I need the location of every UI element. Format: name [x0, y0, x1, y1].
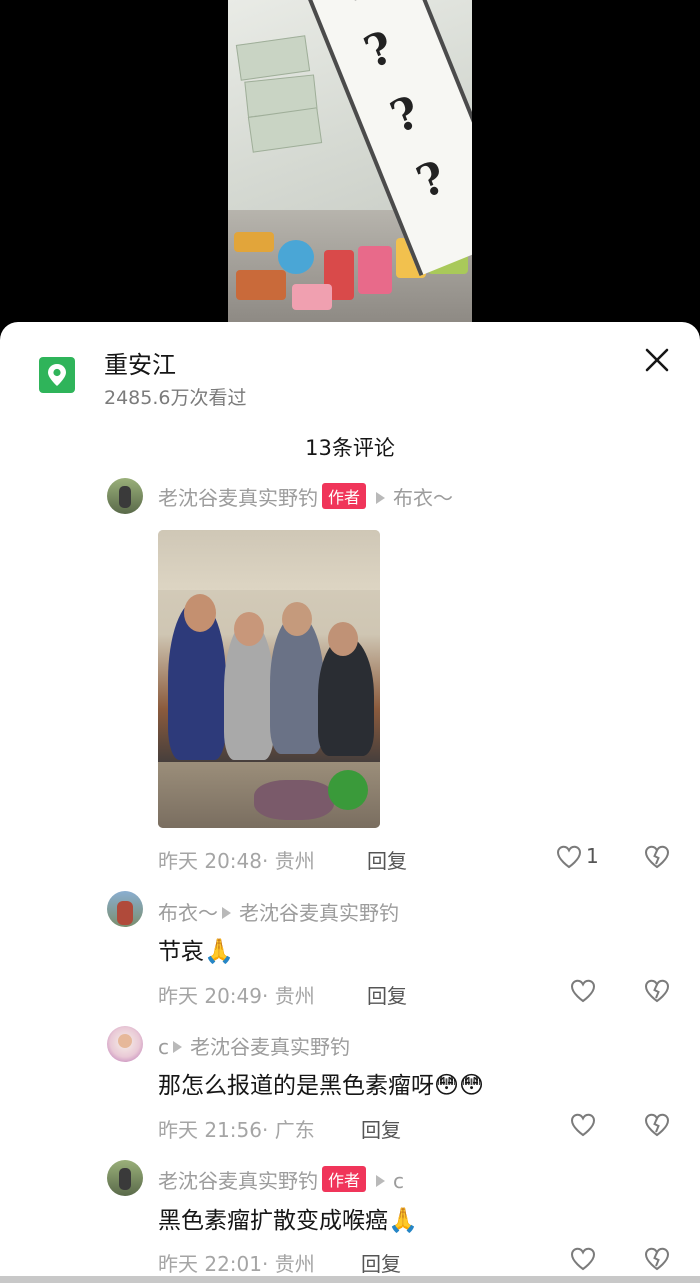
- reply-button[interactable]: 回复: [367, 980, 407, 1009]
- comment-text-body: 那怎么报道的是黑色素瘤呀: [158, 1073, 434, 1099]
- reply-button[interactable]: 回复: [361, 1248, 401, 1277]
- comment-text: 黑色素瘤扩散变成喉癌🙏: [158, 1201, 418, 1235]
- comment-text: 那怎么报道的是黑色素瘤呀😳😳: [158, 1066, 484, 1100]
- comment-meta: 老沈谷麦真实野钓 作者 c: [158, 1165, 404, 1194]
- reply-arrow-icon: [173, 1041, 182, 1053]
- reply-to-username[interactable]: 老沈谷麦真实野钓: [190, 1035, 350, 1059]
- video-player[interactable]: ? ? ? ?: [0, 0, 700, 340]
- comment-timestamp: 昨天 20:48· 贵州: [158, 849, 315, 873]
- comment-timestamp: 昨天 20:49· 贵州: [158, 984, 315, 1008]
- comments-count-title: 13条评论: [305, 436, 395, 460]
- banner-char: ?: [409, 151, 453, 209]
- comment-username[interactable]: 老沈谷麦真实野钓: [158, 1169, 318, 1193]
- pray-emoji: 🙏: [388, 1206, 418, 1234]
- close-icon: [645, 348, 669, 372]
- author-badge: 作者: [322, 1166, 367, 1192]
- like-button[interactable]: [570, 1113, 596, 1137]
- comment-text-body: 黑色素瘤扩散变成喉癌: [158, 1208, 388, 1234]
- dislike-button[interactable]: [644, 979, 670, 1003]
- dislike-button[interactable]: [644, 845, 670, 869]
- flushed-emoji: 😳😳: [434, 1071, 485, 1099]
- like-button[interactable]: [570, 979, 596, 1003]
- banner-char: ?: [357, 21, 401, 79]
- broken-heart-icon: [644, 1113, 670, 1137]
- location-views: 2485.6万次看过: [104, 387, 247, 409]
- broken-heart-icon: [644, 1247, 670, 1271]
- broken-heart-icon: [644, 979, 670, 1003]
- dislike-button[interactable]: [644, 1247, 670, 1271]
- comment-username[interactable]: c: [158, 1035, 169, 1059]
- location-pin-icon[interactable]: [39, 357, 75, 393]
- comment-text-body: 节哀: [158, 939, 204, 965]
- reply-arrow-icon: [222, 907, 231, 919]
- location-name[interactable]: 重安江: [104, 345, 176, 380]
- reply-button[interactable]: 回复: [361, 1114, 401, 1143]
- avatar[interactable]: [107, 1026, 143, 1062]
- bottom-divider: [0, 1276, 700, 1283]
- reply-button[interactable]: 回复: [367, 845, 407, 874]
- heart-icon: [556, 845, 582, 869]
- banner-char: ?: [331, 0, 374, 14]
- avatar[interactable]: [107, 478, 143, 514]
- heart-icon: [570, 979, 596, 1003]
- author-badge: 作者: [322, 483, 367, 509]
- comment-username[interactable]: 老沈谷麦真实野钓: [158, 486, 318, 510]
- reply-to-username[interactable]: 布衣～: [393, 486, 453, 510]
- avatar[interactable]: [107, 1160, 143, 1196]
- broken-heart-icon: [644, 845, 670, 869]
- reply-arrow-icon: [376, 1175, 386, 1187]
- comment-text: 节哀🙏: [158, 932, 234, 966]
- reply-to-username[interactable]: 老沈谷麦真实野钓: [239, 901, 399, 925]
- reply-to-username[interactable]: c: [393, 1169, 404, 1193]
- comment-meta: c 老沈谷麦真实野钓: [158, 1031, 350, 1060]
- heart-icon: [570, 1113, 596, 1137]
- dislike-button[interactable]: [644, 1113, 670, 1137]
- comment-image[interactable]: [158, 530, 380, 828]
- comment-meta: 老沈谷麦真实野钓 作者 布衣～: [158, 482, 453, 511]
- banner-char: ?: [383, 86, 427, 144]
- pray-emoji: 🙏: [204, 937, 234, 965]
- video-frame[interactable]: ? ? ? ?: [228, 0, 472, 322]
- like-count: 1: [586, 844, 599, 868]
- like-button[interactable]: [556, 845, 582, 869]
- comment-timestamp: 昨天 22:01· 贵州: [158, 1252, 315, 1276]
- comment-meta: 布衣～ 老沈谷麦真实野钓: [158, 897, 399, 926]
- reply-arrow-icon: [376, 492, 386, 504]
- like-button[interactable]: [570, 1247, 596, 1271]
- close-button[interactable]: [640, 343, 674, 377]
- avatar[interactable]: [107, 891, 143, 927]
- heart-icon: [570, 1247, 596, 1271]
- comment-timestamp: 昨天 21:56· 广东: [158, 1118, 315, 1142]
- comment-username[interactable]: 布衣～: [158, 901, 218, 925]
